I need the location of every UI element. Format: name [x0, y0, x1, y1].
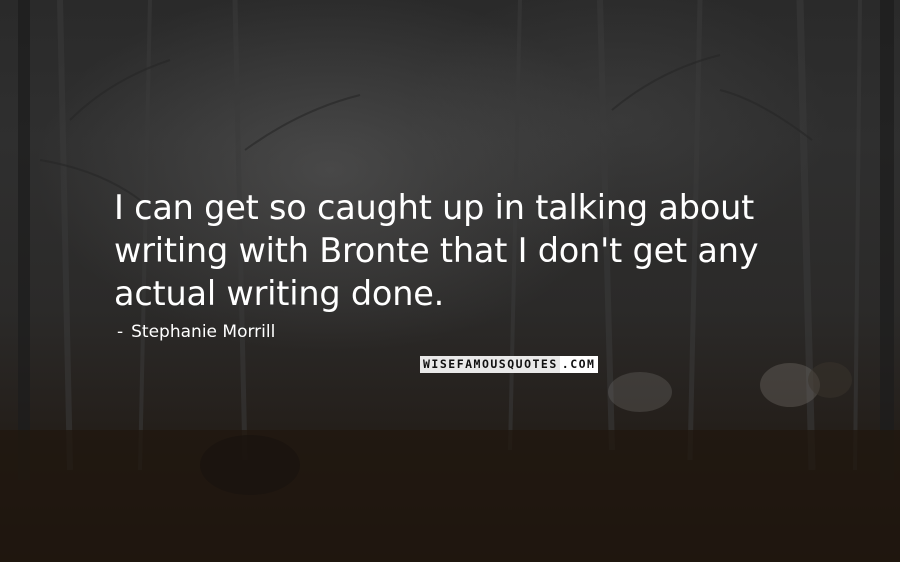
quote-card: I can get so caught up in talking about …: [0, 0, 900, 562]
author-name: Stephanie Morrill: [131, 322, 276, 342]
site-watermark: WISEFAMOUSQUOTES .COM: [420, 356, 599, 373]
quote-text: I can get so caught up in talking about …: [114, 188, 759, 313]
watermark-brand: WISEFAMOUSQUOTES: [420, 356, 560, 373]
author-dash: -: [117, 322, 124, 342]
watermark-domain: .COM: [559, 356, 599, 373]
author-line: - Stephanie Morrill: [117, 322, 275, 342]
